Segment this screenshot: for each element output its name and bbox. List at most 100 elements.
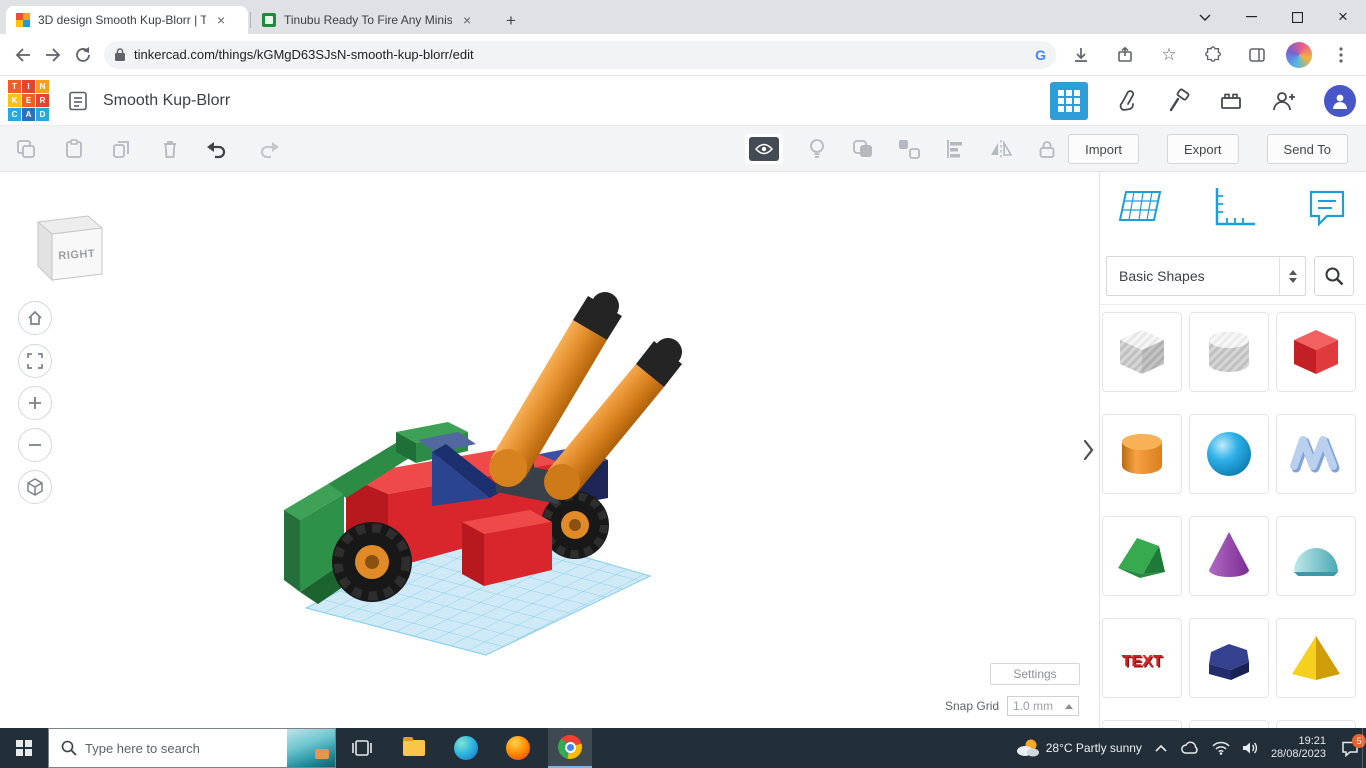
address-bar[interactable]: tinkercad.com/things/kGMgD63SJsN-smooth-… — [104, 41, 1056, 69]
import-button[interactable]: Import — [1068, 134, 1139, 164]
browser-tab-inactive[interactable]: Tinubu Ready To Fire Any Ministe × — [252, 6, 490, 34]
extensions-puzzle-icon[interactable] — [1198, 40, 1228, 70]
chrome-icon-active[interactable] — [548, 728, 592, 768]
google-icon[interactable]: G — [1035, 47, 1046, 63]
search-icon — [1324, 266, 1344, 286]
snap-grid-dropdown[interactable]: 1.0 mm — [1007, 696, 1079, 716]
workplane-view-button[interactable] — [1050, 82, 1088, 120]
zoom-out-button[interactable] — [18, 428, 52, 462]
maximize-button[interactable] — [1274, 0, 1320, 34]
brick-blocks-icon[interactable] — [1218, 88, 1244, 114]
account-avatar[interactable] — [1324, 85, 1356, 117]
tray-chevron-up-icon[interactable] — [1154, 744, 1168, 753]
shape-hole-box[interactable] — [1102, 312, 1182, 392]
volume-icon[interactable] — [1242, 741, 1259, 755]
delete-trash-icon[interactable] — [158, 137, 182, 161]
minimize-button[interactable] — [1228, 0, 1274, 34]
onedrive-cloud-icon[interactable] — [1180, 741, 1200, 755]
tinkercad-logo[interactable]: TIN KER CAD — [8, 80, 49, 121]
paste-icon[interactable] — [62, 137, 86, 161]
tinker-glove-icon[interactable] — [1114, 88, 1140, 114]
hammer-icon[interactable] — [1166, 88, 1192, 114]
copy-icon[interactable] — [14, 137, 38, 161]
network-wifi-icon[interactable] — [1212, 741, 1230, 755]
forward-icon[interactable] — [38, 40, 68, 70]
shape-hole-cylinder[interactable] — [1189, 312, 1269, 392]
shape-round-roof[interactable] — [1276, 516, 1356, 596]
search-highlight-image[interactable] — [287, 729, 335, 767]
search-input[interactable] — [85, 741, 287, 756]
3d-model[interactable] — [250, 270, 730, 670]
file-explorer-icon[interactable] — [392, 728, 436, 768]
shape-text[interactable]: TEXT TEXT — [1102, 618, 1182, 698]
zoom-in-button[interactable] — [18, 386, 52, 420]
main-area: RIGHT — [0, 172, 1366, 728]
refresh-icon[interactable] — [68, 40, 98, 70]
notes-tool-icon[interactable] — [1301, 182, 1353, 234]
design-title[interactable]: Smooth Kup-Blorr — [103, 92, 230, 110]
taskbar-search[interactable] — [48, 728, 336, 768]
side-panel-icon[interactable] — [1242, 40, 1272, 70]
tab-close-icon[interactable]: × — [214, 12, 228, 28]
redo-icon[interactable] — [257, 137, 281, 161]
ruler-tool-icon[interactable] — [1208, 182, 1260, 234]
view-cube[interactable]: RIGHT — [26, 198, 110, 288]
shape-gallery: TEXT TEXT — [1102, 312, 1365, 728]
tab-close-icon[interactable]: × — [460, 12, 474, 28]
workplane-tool-icon[interactable] — [1114, 182, 1166, 234]
show-desktop-strip[interactable] — [1362, 728, 1366, 768]
shape-card-partial[interactable] — [1276, 720, 1356, 728]
new-tab-button[interactable]: + — [498, 8, 524, 34]
shape-search-button[interactable] — [1314, 256, 1354, 296]
align-icon[interactable] — [943, 137, 967, 161]
panel-collapse-chevron[interactable] — [1080, 430, 1097, 470]
show-all-lightbulb-icon[interactable] — [805, 137, 829, 161]
shape-sphere[interactable] — [1189, 414, 1269, 494]
dropdown-stepper-icon[interactable] — [1279, 257, 1305, 295]
weather-widget[interactable]: 28°C Partly sunny — [1016, 738, 1142, 758]
shape-roof[interactable] — [1102, 516, 1182, 596]
shape-cone[interactable] — [1189, 516, 1269, 596]
download-icon[interactable] — [1066, 40, 1096, 70]
browser-tab-active[interactable]: 3D design Smooth Kup-Blorr | Ti × — [6, 6, 248, 34]
shape-scribble[interactable] — [1276, 414, 1356, 494]
firefox-icon[interactable] — [496, 728, 540, 768]
shape-pyramid[interactable] — [1276, 618, 1356, 698]
group-icon[interactable] — [851, 137, 875, 161]
shape-card-partial[interactable] — [1189, 720, 1269, 728]
export-button[interactable]: Export — [1167, 134, 1239, 164]
settings-button[interactable]: Settings — [990, 663, 1080, 685]
browser-menu-kebab-icon[interactable] — [1326, 40, 1356, 70]
task-view-button[interactable] — [340, 728, 384, 768]
undo-icon[interactable] — [205, 137, 229, 161]
search-icon — [61, 740, 77, 756]
shape-card-partial[interactable] — [1102, 720, 1182, 728]
tab-title: Tinubu Ready To Fire Any Ministe — [284, 13, 452, 27]
invite-person-icon[interactable] — [1270, 88, 1298, 114]
back-icon[interactable] — [8, 40, 38, 70]
taskbar-clock[interactable]: 19:21 28/08/2023 — [1271, 735, 1326, 761]
shape-polygon[interactable] — [1189, 618, 1269, 698]
share-icon[interactable] — [1110, 40, 1140, 70]
shape-cylinder[interactable] — [1102, 414, 1182, 494]
mirror-flip-icon[interactable] — [989, 137, 1013, 161]
lock-icon[interactable] — [1035, 137, 1059, 161]
browser-profile-avatar[interactable] — [1286, 42, 1312, 68]
window-menu-chevron-icon[interactable] — [1182, 0, 1228, 34]
shape-box[interactable] — [1276, 312, 1356, 392]
start-button[interactable] — [0, 728, 48, 768]
hide-visibility-icon[interactable] — [745, 134, 783, 164]
3d-viewport[interactable]: RIGHT — [0, 172, 1097, 728]
design-menu-icon[interactable] — [67, 90, 89, 112]
fit-view-button[interactable] — [18, 344, 52, 378]
edge-icon[interactable] — [444, 728, 488, 768]
close-button[interactable]: × — [1320, 0, 1366, 34]
home-view-button[interactable] — [18, 301, 52, 335]
bookmark-star-icon[interactable]: ☆ — [1154, 40, 1184, 70]
shape-category-dropdown[interactable]: Basic Shapes — [1106, 256, 1306, 296]
ungroup-icon[interactable] — [897, 137, 921, 161]
notifications-icon[interactable]: 5 — [1338, 736, 1362, 760]
duplicate-icon[interactable] — [110, 137, 134, 161]
perspective-toggle-button[interactable] — [18, 470, 52, 504]
send-to-button[interactable]: Send To — [1267, 134, 1348, 164]
